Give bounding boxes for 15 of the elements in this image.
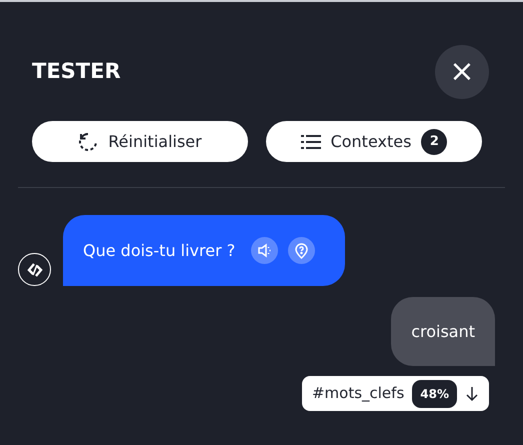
close-button[interactable]: ×	[435, 45, 489, 99]
down-arrow-icon[interactable]	[465, 386, 479, 402]
score-badge: 48%	[412, 380, 457, 408]
panel-title: TESTER	[32, 59, 121, 85]
count-badge: 2	[421, 128, 448, 154]
message-text: Que dois-tu livrer ?	[83, 240, 236, 262]
help-pin-icon[interactable]	[288, 237, 316, 264]
list-icon	[300, 134, 321, 150]
bot-avatar	[18, 253, 51, 286]
user-message: croisant	[391, 297, 495, 366]
speaker-icon[interactable]	[251, 237, 278, 264]
reset-icon	[78, 132, 98, 152]
reset-button[interactable]: Réinitialiser	[32, 121, 248, 162]
contexts-button[interactable]: Contextes 2	[266, 121, 482, 162]
keyword-tag: #mots_clefs	[312, 382, 404, 405]
